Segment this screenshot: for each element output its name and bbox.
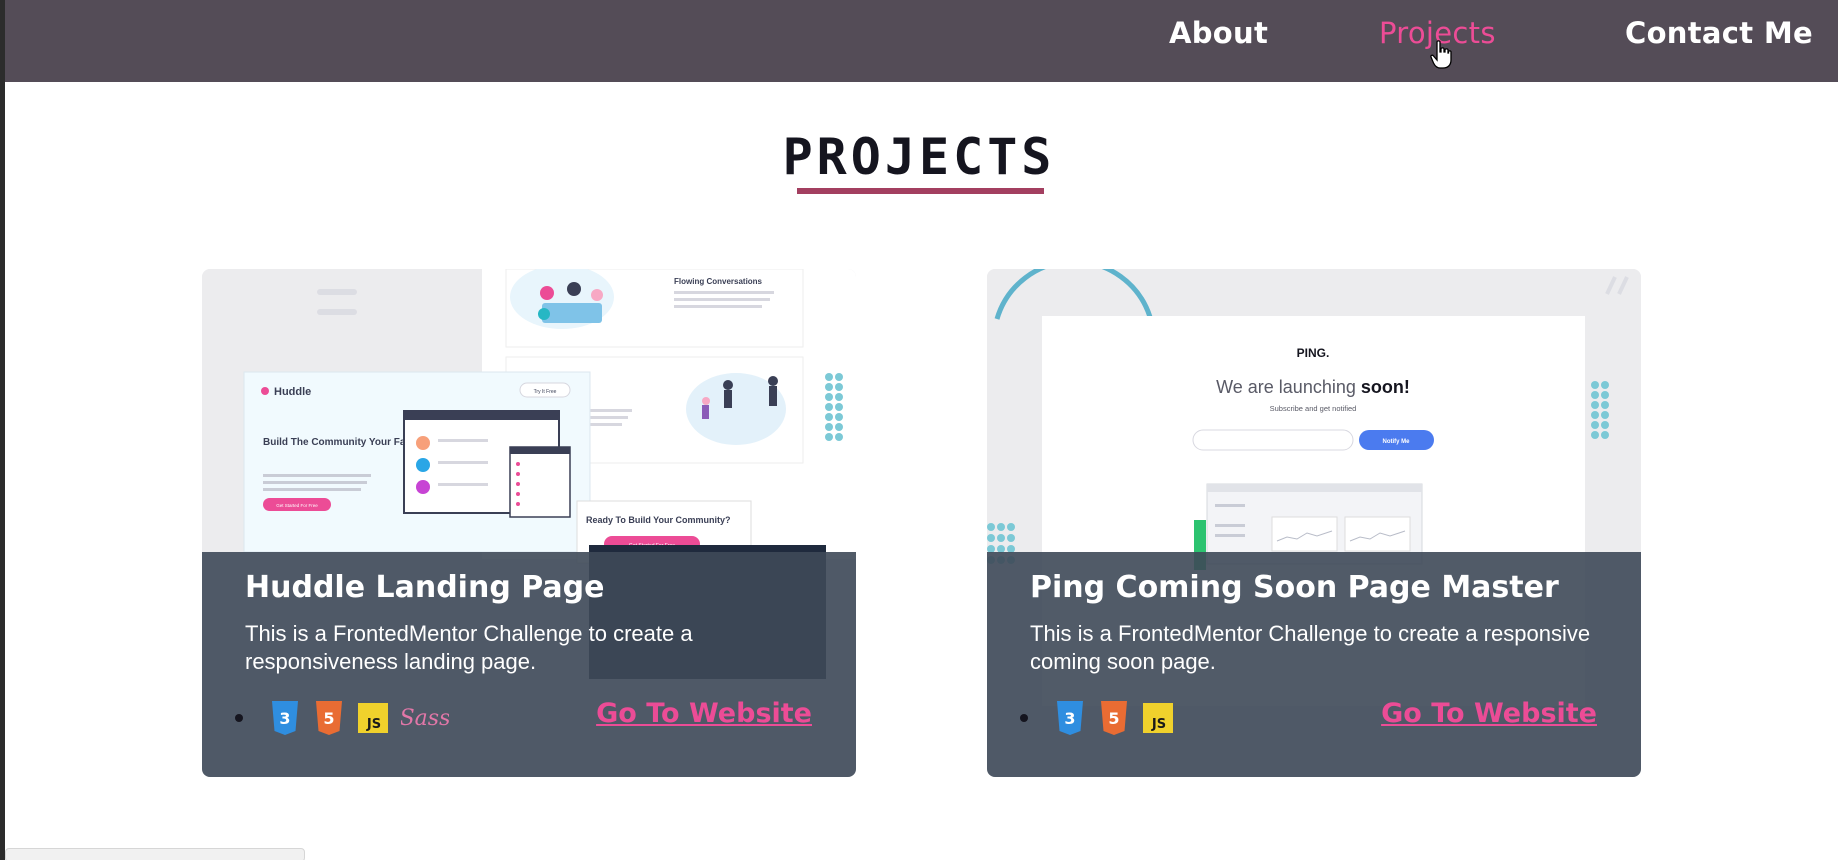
project-overlay: Ping Coming Soon Page Master This is a F… xyxy=(987,552,1641,777)
list-bullet xyxy=(235,714,243,722)
project-description: This is a FrontedMentor Challenge to cre… xyxy=(1030,621,1591,674)
preview-notify-button: Notify Me xyxy=(1383,439,1411,445)
go-to-website-link[interactable]: Go To Website xyxy=(596,698,812,729)
svg-text:Sass: Sass xyxy=(401,706,449,731)
go-to-website-link[interactable]: Go To Website xyxy=(1381,698,1597,729)
nav-link-contact[interactable]: Contact Me xyxy=(1625,16,1813,50)
svg-text:We are launching soon!: We are launching soon! xyxy=(1216,377,1410,397)
preview-brand-ping: PING. xyxy=(1297,346,1330,360)
project-card-ping: PING. We are launching soon! Subscribe a… xyxy=(987,269,1641,777)
hand-cursor-icon xyxy=(1430,40,1452,69)
html5-icon: 5 xyxy=(316,701,342,735)
svg-text:JS: JS xyxy=(366,717,381,732)
preview-nav-cta: Try It Free xyxy=(534,389,557,395)
svg-text:3: 3 xyxy=(279,709,290,728)
project-description: This is a FrontedMentor Challenge to cre… xyxy=(245,621,693,674)
project-overlay: Huddle Landing Page This is a FrontedMen… xyxy=(202,552,856,777)
tech-stack: 3 5 JS Sass xyxy=(235,696,449,740)
list-bullet xyxy=(1020,714,1028,722)
preview-subheading: Subscribe and get notified xyxy=(1270,404,1357,413)
nav-link-about[interactable]: About xyxy=(1169,16,1268,50)
sass-icon: Sass xyxy=(401,706,449,731)
page-title: PROJECTS xyxy=(782,128,1056,186)
preview-brand-huddle: Huddle xyxy=(274,386,311,398)
project-title: Huddle Landing Page xyxy=(245,570,605,605)
svg-text:5: 5 xyxy=(323,709,334,728)
html5-icon: 5 xyxy=(1101,701,1127,735)
preview-heading-bold: soon! xyxy=(1361,377,1410,397)
title-underline xyxy=(797,188,1044,194)
preview-feature-heading: Flowing Conversations xyxy=(674,277,763,286)
js-icon: JS xyxy=(1143,703,1173,733)
css3-icon: 3 xyxy=(272,701,298,735)
project-title: Ping Coming Soon Page Master xyxy=(1030,570,1559,605)
project-card-huddle: Flowing Conversations Huddle Try It Free… xyxy=(202,269,856,777)
top-navbar: About Projects Contact Me xyxy=(5,0,1838,82)
svg-text:3: 3 xyxy=(1064,709,1075,728)
preview-heading-light: We are launching xyxy=(1216,377,1361,397)
js-icon: JS xyxy=(358,703,388,733)
css3-icon: 3 xyxy=(1057,701,1083,735)
link-status-bar xyxy=(5,848,305,860)
preview-hero-cta: Get Started For Free xyxy=(276,503,318,508)
tech-stack: 3 5 JS xyxy=(1020,696,1174,740)
svg-text:JS: JS xyxy=(1151,717,1166,732)
svg-text:5: 5 xyxy=(1108,709,1119,728)
preview-footer-heading: Ready To Build Your Community? xyxy=(586,515,731,525)
